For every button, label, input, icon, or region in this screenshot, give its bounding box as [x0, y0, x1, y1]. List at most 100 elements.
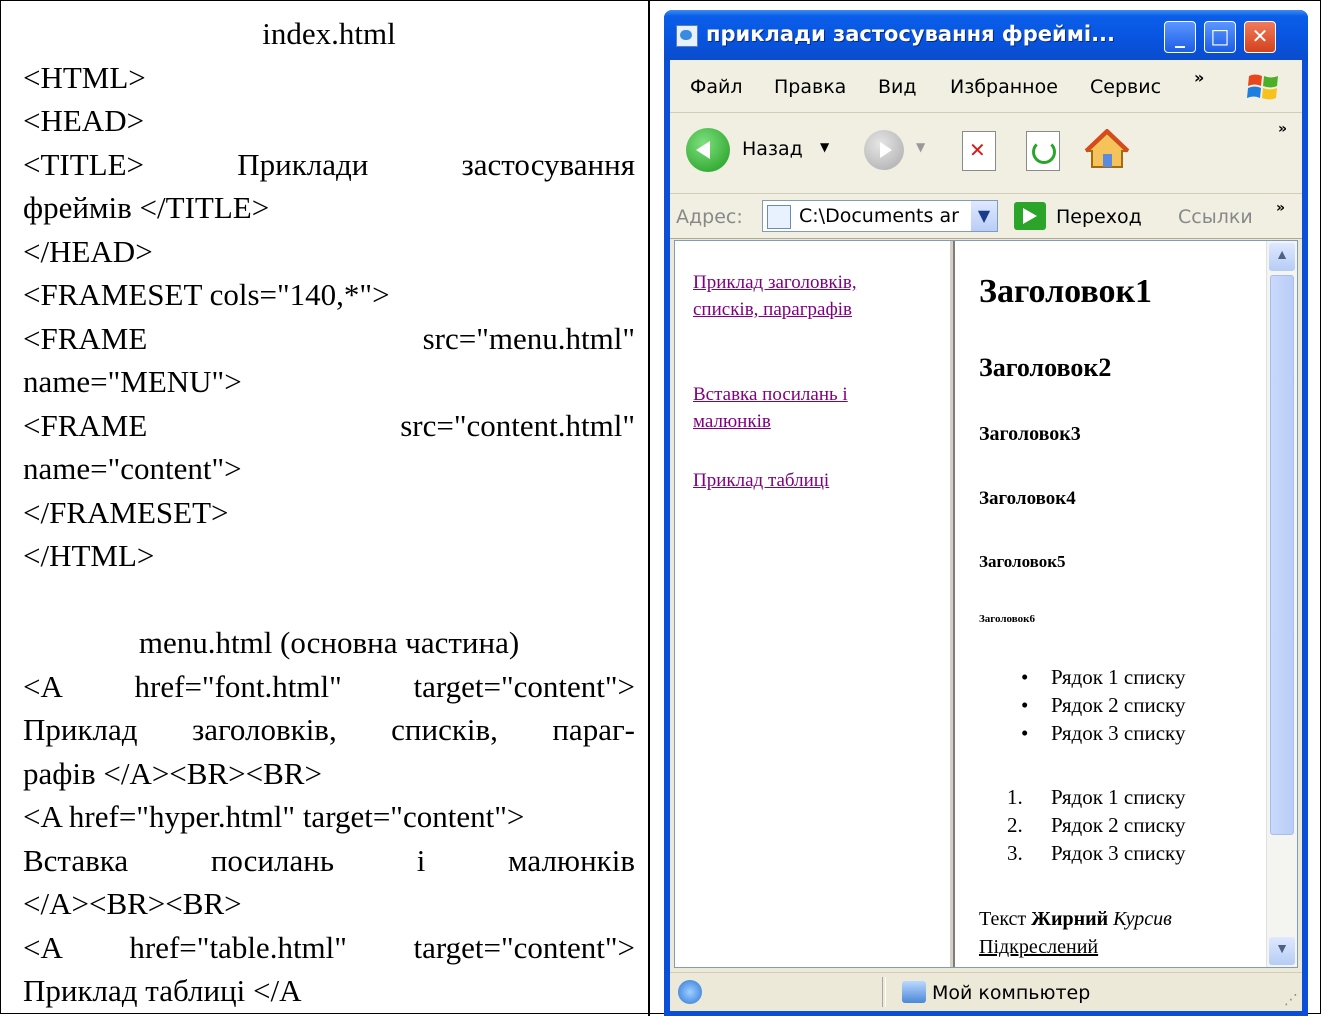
back-button-label[interactable]: Назад — [742, 138, 803, 160]
code-line: <A href="font.html" target="content"> — [23, 665, 635, 709]
address-bar: Адрес: C:\Documents ar ▼ Переход Ссылки … — [670, 194, 1302, 239]
menu-file[interactable]: Файл — [690, 76, 743, 98]
bold-text: Жирний — [1031, 908, 1109, 930]
code-token: <A — [23, 668, 63, 704]
code-line: <TITLE> Приклади застосування — [23, 143, 635, 187]
code-line: <FRAME src="menu.html" — [23, 317, 635, 361]
code-token: застосування — [461, 146, 635, 182]
list-item: Рядок 1 списку — [1051, 665, 1186, 689]
heading-6: Заголовок6 — [979, 613, 1035, 625]
go-button-label[interactable]: Переход — [1056, 206, 1142, 228]
code-token: і — [416, 842, 426, 878]
menu-frame: Приклад заголовків, списків, параграфів … — [675, 241, 955, 967]
code-token: заголовків, — [191, 712, 337, 747]
window-client: Файл Правка Вид Избранное Сервис » Назад… — [670, 60, 1302, 1011]
code-token: <FRAME — [23, 320, 148, 356]
code-token: <TITLE> — [23, 146, 145, 182]
code-token: Вставка — [23, 842, 129, 878]
window-title: приклади застосування фреймі... — [706, 22, 1115, 46]
bullet-marker: • — [1021, 721, 1029, 745]
toolbar-more-chevron[interactable]: » — [1278, 121, 1287, 137]
title-bar[interactable]: приклади застосування фреймі... _ □ ✕ — [664, 10, 1308, 60]
maximize-button[interactable]: □ — [1204, 21, 1236, 53]
code-line: Приклад таблиці </A — [23, 973, 302, 1008]
code-token: малюнків — [508, 842, 635, 878]
heading-4: Заголовок4 — [979, 488, 1076, 509]
code-line: <A href="table.html" target="content"> — [23, 926, 635, 970]
code-token: src="menu.html" — [422, 320, 635, 356]
list-number: 2. — [1007, 813, 1023, 837]
list-item: Рядок 2 списку — [1051, 813, 1186, 837]
code-line: name="content"> — [23, 451, 242, 486]
standard-toolbar: Назад ▼ ▼ » — [670, 113, 1302, 194]
status-bar: Мой компьютер ⋰ — [670, 972, 1302, 1011]
stop-icon[interactable] — [962, 131, 996, 171]
code-token: target="content"> — [413, 929, 635, 965]
menu-more-chevron[interactable]: » — [1194, 68, 1204, 87]
bullet-marker: • — [1021, 693, 1029, 717]
code-line: <FRAME src="content.html" — [23, 404, 635, 448]
link-hyperlinks-images[interactable]: Вставка посилань і малюнків — [693, 381, 918, 435]
italic-text: Курсив — [1113, 908, 1172, 930]
resize-grip-icon[interactable]: ⋰ — [1284, 992, 1298, 1008]
code-token: <FRAME — [23, 407, 148, 443]
back-arrow-icon[interactable] — [686, 128, 730, 172]
status-separator — [882, 977, 886, 1007]
code-token: посилань — [210, 842, 334, 878]
list-item: Рядок 1 списку — [1051, 785, 1186, 809]
forward-dropdown-icon[interactable]: ▼ — [916, 140, 925, 154]
scroll-up-icon[interactable]: ▲ — [1269, 243, 1295, 271]
security-zone-label: Мой компьютер — [932, 982, 1091, 1004]
code-token: target="content"> — [413, 668, 635, 704]
address-value[interactable]: C:\Documents ar — [799, 205, 959, 227]
address-input[interactable]: C:\Documents ar ▼ — [762, 200, 998, 232]
browser-window: приклади застосування фреймі... _ □ ✕ Фа… — [664, 10, 1308, 1016]
code-line: фреймів </TITLE> — [23, 190, 270, 225]
vertical-scrollbar[interactable]: ▲ ▼ — [1266, 241, 1297, 967]
menu-tools[interactable]: Сервис — [1090, 76, 1161, 98]
links-label[interactable]: Ссылки — [1178, 206, 1253, 228]
code-line: </FRAMESET> — [23, 494, 229, 530]
index-code-block: <HTML> <HEAD> <TITLE> Приклади застосування ф… — [23, 56, 635, 578]
heading-5: Заголовок5 — [979, 552, 1066, 571]
code-token: Приклади — [237, 146, 369, 182]
close-button[interactable]: ✕ — [1244, 21, 1276, 53]
menu-view[interactable]: Вид — [878, 76, 917, 98]
go-arrow-icon[interactable] — [1014, 202, 1046, 230]
code-token: параг- — [552, 712, 635, 747]
home-icon[interactable] — [1084, 129, 1130, 171]
link-headings-lists[interactable]: Приклад заголовків, списків, параграфів — [693, 269, 918, 323]
code-token: src="content.html" — [400, 407, 635, 443]
address-more-chevron[interactable]: » — [1276, 200, 1285, 216]
menu-edit[interactable]: Правка — [774, 76, 846, 98]
code-line: </A><BR><BR> — [23, 886, 242, 921]
page-icon — [767, 205, 791, 229]
link-table-example[interactable]: Приклад таблиці — [693, 467, 918, 494]
heading-1: Заголовок1 — [979, 273, 1153, 310]
menu-favorites[interactable]: Избранное — [950, 76, 1058, 98]
code-line: <HTML> — [23, 59, 146, 95]
ie-status-icon — [678, 980, 702, 1004]
heading-2: Заголовок2 — [979, 353, 1112, 382]
minimize-button[interactable]: _ — [1164, 21, 1196, 53]
code-token: Приклад — [23, 712, 138, 747]
scroll-thumb[interactable] — [1270, 275, 1294, 835]
index-file-title: index.html — [262, 16, 396, 51]
underlined-text: Підкреслений — [979, 936, 1099, 958]
list-item: Рядок 3 списку — [1051, 841, 1186, 865]
code-token: списків, — [391, 712, 498, 747]
windows-logo-icon — [1247, 74, 1278, 100]
code-line: <HEAD> — [23, 103, 145, 138]
back-dropdown-icon[interactable]: ▼ — [820, 140, 829, 154]
scroll-down-icon[interactable]: ▼ — [1269, 937, 1295, 965]
code-token: <A — [23, 929, 63, 965]
formatted-paragraph: Текст Жирний Курсив Підкреслений — [979, 905, 1229, 961]
ie-page-icon — [676, 25, 698, 47]
frameset-view: Приклад заголовків, списків, параграфів … — [674, 240, 1298, 968]
menu-code-block: <A href="font.html" target="content"> Прикл… — [23, 665, 635, 1013]
address-dropdown-icon[interactable]: ▼ — [971, 201, 997, 231]
my-computer-icon — [902, 981, 926, 1003]
refresh-icon[interactable] — [1026, 131, 1060, 171]
forward-arrow-icon[interactable] — [864, 130, 904, 170]
